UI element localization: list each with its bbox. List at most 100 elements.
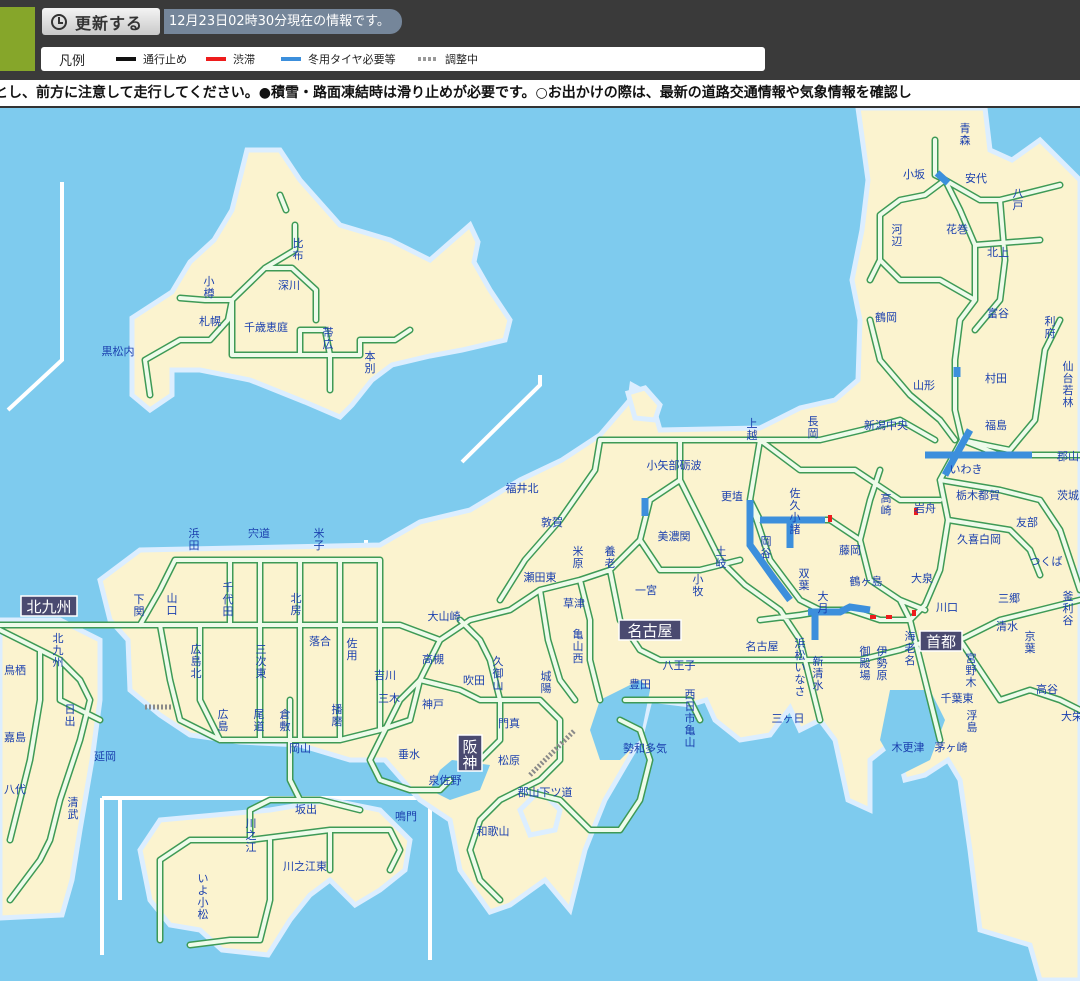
interchange-label: 和歌山 xyxy=(477,824,510,838)
interchange-label: 河辺 xyxy=(892,223,903,248)
interchange-label: 川之江 xyxy=(246,817,257,854)
svg-text:首都: 首都 xyxy=(926,633,956,651)
interchange-label: いよ小松 xyxy=(198,872,209,921)
interchange-label: 久御山 xyxy=(493,655,504,692)
interchange-label: 郡山 xyxy=(1057,450,1079,463)
interchange-label: 佐用 xyxy=(347,636,358,662)
interchange-label: 更埴 xyxy=(721,489,743,503)
legend-label-closure: 通行止め xyxy=(143,53,187,66)
interchange-label: 日出 xyxy=(65,703,76,728)
interchange-label: 三次東 xyxy=(256,643,267,680)
interchange-label: 鳥栖 xyxy=(4,663,26,677)
interchange-label: 広島北 xyxy=(191,643,202,680)
refresh-button-label: 更新する xyxy=(75,13,144,33)
interchange-label: 北上 xyxy=(987,246,1009,259)
interchange-label: 長岡 xyxy=(808,415,819,440)
interchange-label: 双葉 xyxy=(799,567,810,592)
interchange-label: 小樽 xyxy=(204,275,215,300)
interchange-label: 三郷 xyxy=(998,591,1020,605)
interchange-label: 清水 xyxy=(996,620,1018,633)
adjusting-swatch-icon xyxy=(418,57,438,61)
interchange-label: 城陽 xyxy=(541,670,552,695)
interchange-label: 友部 xyxy=(1016,515,1038,529)
jam-swatch-icon xyxy=(206,57,226,61)
interchange-label: 八代 xyxy=(4,783,26,796)
interchange-label: 久喜白岡 xyxy=(957,532,1001,546)
interchange-label: 米子 xyxy=(314,527,325,552)
interchange-label: 高槻 xyxy=(422,652,444,666)
interchange-label: 村田 xyxy=(985,371,1007,385)
notice-ticker: とし、前方に注意して走行してください。●積雪・路面凍結時は滑り止めが必要です。○… xyxy=(0,80,1080,108)
interchange-label: 門真 xyxy=(498,716,520,730)
interchange-label: 豊田 xyxy=(629,678,651,691)
interchange-label: 茨城 xyxy=(1057,488,1079,502)
interchange-label: 小矢部砺波 xyxy=(647,458,702,472)
interchange-label: 大月 xyxy=(818,589,829,615)
interchange-label: 山口 xyxy=(167,592,178,617)
svg-text:北九州: 北九州 xyxy=(26,598,71,616)
interchange-label: 大山崎 xyxy=(428,609,461,623)
interchange-label: 千代田 xyxy=(223,581,234,618)
interchange-label: 栃木都賀 xyxy=(956,488,1000,502)
interchange-label: 瀬田東 xyxy=(524,570,557,584)
interchange-label: 三木 xyxy=(378,692,400,705)
clock-icon xyxy=(51,13,67,30)
hub-nagoya[interactable]: 名古屋 xyxy=(618,619,682,641)
road-map[interactable]: 北九州 名古屋 首都 阪神 比布小樽 深川札幌 千歳恵庭 帯広本別 黒松内 青森小坂 安代八… xyxy=(0,108,1080,981)
interchange-label: 三ヶ日 xyxy=(772,712,805,725)
interchange-label: 草津 xyxy=(563,597,585,610)
hub-hanshin[interactable]: 阪神 xyxy=(457,734,483,772)
interchange-label: 安代 xyxy=(965,171,987,185)
legend-item-closure: 通行止め xyxy=(116,47,187,71)
interchange-label: 清武 xyxy=(68,796,79,821)
status-timestamp: 12月23日02時30分現在の情報です。 xyxy=(164,9,402,34)
hub-hanshin-char: 神 xyxy=(462,754,477,772)
interchange-label: 北九州 xyxy=(53,632,64,669)
interchange-label: 泉佐野 xyxy=(429,773,462,787)
interchange-label: 利府 xyxy=(1045,315,1056,340)
interchange-label: 松原 xyxy=(498,753,520,767)
refresh-button[interactable]: 更新する xyxy=(42,8,160,35)
interchange-label: 宮野木 xyxy=(966,651,977,689)
interchange-label: 釜利谷 xyxy=(1063,589,1074,627)
legend: 凡例 通行止め 渋滞 冬用タイヤ必要等 調整中 xyxy=(41,47,765,71)
interchange-label: 木更津 xyxy=(892,741,925,754)
interchange-label: 岡谷 xyxy=(761,535,772,560)
interchange-label: 高崎 xyxy=(881,491,892,517)
interchange-label: 浜田 xyxy=(189,527,200,552)
interchange-label: 千葉東 xyxy=(941,691,974,705)
interchange-label: 鶴岡 xyxy=(875,310,897,324)
interchange-label: 倉敷 xyxy=(280,707,291,733)
interchange-label: 青森 xyxy=(960,122,971,147)
svg-text:名古屋: 名古屋 xyxy=(627,622,672,640)
interchange-label: 尾道 xyxy=(254,708,265,733)
interchange-label: 播磨 xyxy=(332,702,343,728)
interchange-label: 茅ヶ崎 xyxy=(935,740,968,754)
interchange-label: 小牧 xyxy=(693,573,704,598)
hub-shuto[interactable]: 首都 xyxy=(919,630,963,652)
interchange-label: 福井北 xyxy=(506,481,539,495)
interchange-label: 米原 xyxy=(573,545,584,570)
interchange-label: 亀山西 xyxy=(573,627,584,665)
interchange-label: 新潟中央 xyxy=(864,418,908,432)
interchange-label: 敦賀 xyxy=(541,515,563,529)
interchange-label: 藤岡 xyxy=(839,544,861,557)
winter-tire-swatch-icon xyxy=(281,57,301,61)
interchange-label: 鶴ヶ島 xyxy=(850,574,883,588)
interchange-label: 京葉 xyxy=(1025,629,1036,655)
interchange-label: 落合 xyxy=(309,634,331,648)
legend-title: 凡例 xyxy=(59,54,86,69)
hub-kitakyushu[interactable]: 北九州 xyxy=(20,595,78,617)
interchange-label: 吉川 xyxy=(374,669,396,682)
logo-block xyxy=(0,7,35,71)
interchange-label: 吹田 xyxy=(463,674,485,687)
interchange-label: 八戸 xyxy=(1013,187,1024,212)
interchange-label: 高谷 xyxy=(1036,682,1058,696)
interchange-label: 黒松内 xyxy=(102,344,135,358)
interchange-label: 神戸 xyxy=(422,697,444,711)
interchange-label: 札幌 xyxy=(199,314,221,328)
closure-swatch-icon xyxy=(116,57,136,61)
notice-ticker-text: とし、前方に注意して走行してください。●積雪・路面凍結時は滑り止めが必要です。○… xyxy=(0,85,912,101)
legend-item-adjusting: 調整中 xyxy=(418,47,478,71)
interchange-label: 鳴門 xyxy=(395,809,417,823)
